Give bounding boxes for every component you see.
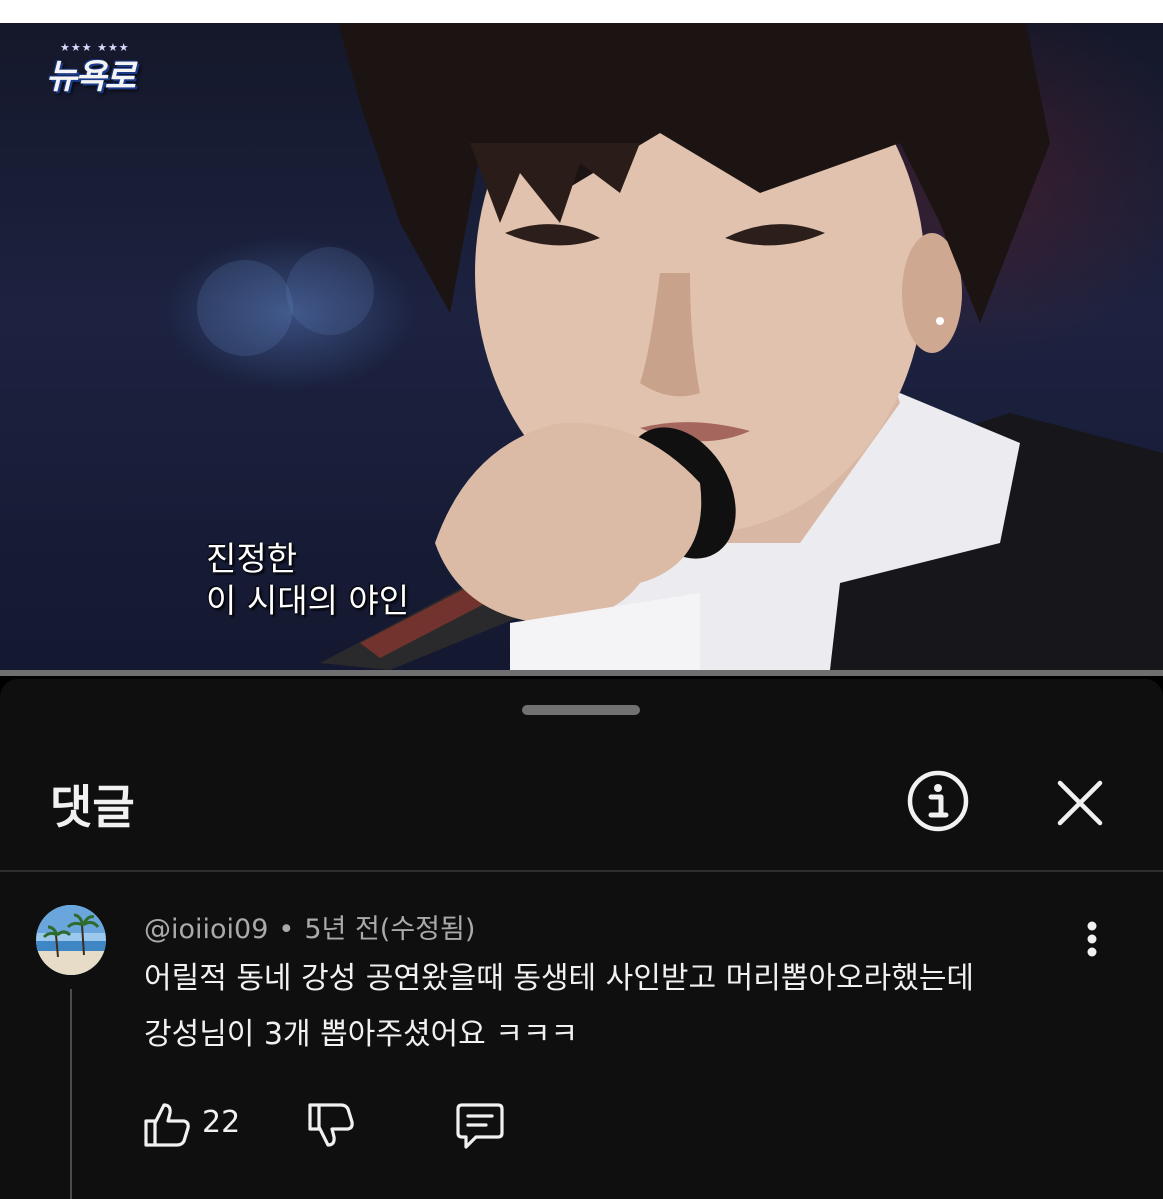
thread-line <box>70 989 72 1199</box>
comment-author[interactable]: @ioiioi09 <box>144 914 268 945</box>
caption-line-1: 진정한 <box>206 539 298 578</box>
video-caption: 진정한 이 시대의 야인 <box>206 538 409 622</box>
comment-text-line-2: 강성님이 3개 뽑아주셨어요 ㅋㅋㅋ <box>144 1017 579 1052</box>
like-count: 22 <box>202 1105 241 1140</box>
meta-separator: • <box>278 914 295 945</box>
close-icon[interactable] <box>1054 777 1106 829</box>
info-icon[interactable] <box>906 769 970 833</box>
drag-handle[interactable] <box>522 705 640 715</box>
thumbs-up-icon[interactable] <box>142 1099 192 1149</box>
video-frame[interactable]: ★★★ ★★★ 뉴욕로 진정한 이 시대의 야인 <box>0 23 1163 670</box>
video-progress-bar[interactable] <box>0 670 1163 676</box>
comment-time: 5년 전(수정됨) <box>304 914 476 945</box>
comment-meta: @ioiioi09 • 5년 전(수정됨) <box>144 907 475 946</box>
header-divider <box>0 870 1163 872</box>
reply-icon[interactable] <box>454 1101 506 1151</box>
video-player[interactable]: ★★★ ★★★ 뉴욕로 진정한 이 시대의 야인 <box>0 0 1163 676</box>
comment-text: 어릴적 동네 강성 공연왔을때 동생테 사인받고 머리뽑아오라했는데 강성님이 … <box>144 951 1094 1063</box>
avatar[interactable] <box>36 905 106 975</box>
comments-sheet: 댓글 @ioiioi09 • 5년 전(수정됨) 어릴적 동네 강성 공연왔을때 동… <box>0 679 1163 1199</box>
video-still-image <box>197 23 1163 670</box>
comments-title: 댓글 <box>50 780 135 834</box>
thumbs-down-icon[interactable] <box>306 1101 356 1151</box>
show-logo: 뉴욕로 <box>46 57 136 97</box>
comment-text-line-1: 어릴적 동네 강성 공연왔을때 동생테 사인받고 머리뽑아오라했는데 <box>144 961 975 996</box>
caption-line-2: 이 시대의 야인 <box>206 581 410 620</box>
